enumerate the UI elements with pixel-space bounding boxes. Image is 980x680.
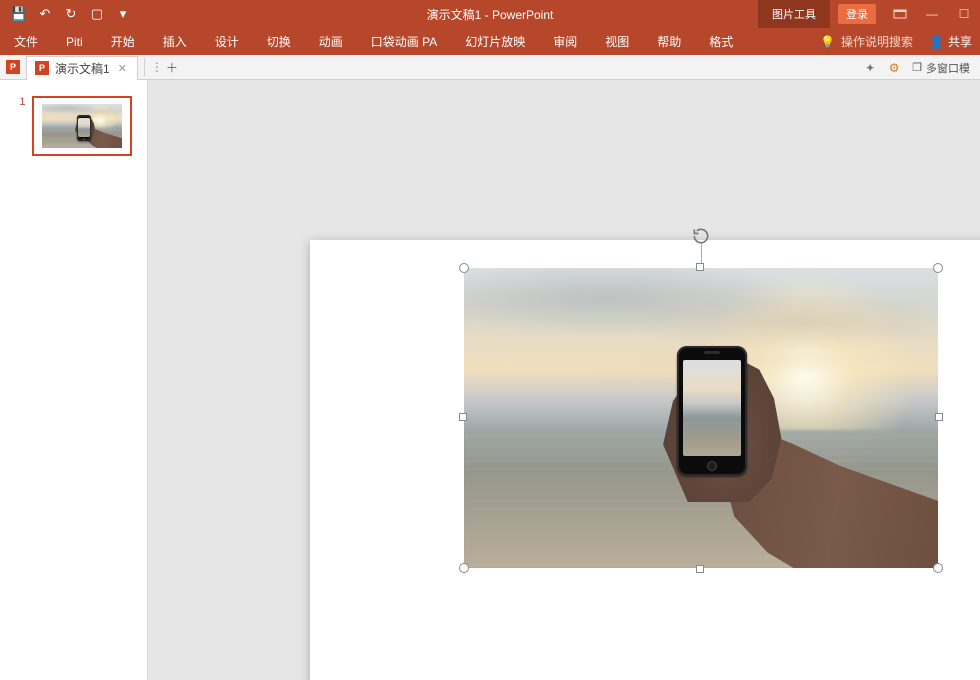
tab-view[interactable]: 视图 [591, 28, 643, 55]
tab-animations[interactable]: 动画 [305, 28, 357, 55]
save-button[interactable]: 💾 [8, 3, 30, 25]
ribbon-tabs: 文件 Piti 开始 插入 设计 切换 动画 口袋动画 PA 幻灯片放映 审阅 … [0, 28, 980, 55]
slide-thumbnail-panel: 1 [0, 80, 148, 680]
tab-help[interactable]: 帮助 [643, 28, 695, 55]
tab-file[interactable]: 文件 [0, 28, 52, 55]
powerpoint-icon: P [35, 61, 49, 75]
close-tab-button[interactable]: ✕ [116, 62, 129, 75]
tab-design[interactable]: 设计 [201, 28, 253, 55]
ribbon-display-options-button[interactable] [884, 0, 916, 28]
resize-handle-right[interactable] [935, 413, 943, 421]
undo-button[interactable]: ↶ [34, 3, 56, 25]
resize-handle-top-left[interactable] [459, 263, 469, 273]
new-tab-button[interactable]: ＋ [163, 58, 181, 76]
document-tab-bar: P P 演示文稿1 ✕ ⋮ ＋ ✦ ⚙ ❐ 多窗口模 [0, 55, 980, 80]
resize-handle-top-right[interactable] [933, 263, 943, 273]
minimize-button[interactable]: — [916, 0, 948, 28]
tab-pocket-animation[interactable]: 口袋动画 PA [357, 28, 451, 55]
tab-slideshow[interactable]: 幻灯片放映 [451, 28, 539, 55]
tab-menu-button[interactable]: ⋮ [151, 60, 163, 74]
contextual-tab-zone: 图片工具 [758, 0, 830, 28]
inserted-image[interactable] [464, 268, 938, 568]
slide-canvas-area[interactable] [148, 80, 980, 680]
resize-handle-bottom-right[interactable] [933, 563, 943, 573]
resize-handle-bottom[interactable] [696, 565, 704, 573]
maximize-button[interactable]: ☐ [948, 0, 980, 28]
share-icon: 👤 [929, 35, 944, 49]
multi-window-button[interactable]: ❐ 多窗口模 [908, 60, 974, 76]
window-icon: ❐ [912, 61, 922, 74]
slide-thumbnail-1[interactable] [32, 96, 132, 156]
tab-separator [144, 58, 145, 76]
selected-picture[interactable] [464, 268, 938, 568]
window-title: 演示文稿1 - PowerPoint [0, 6, 980, 23]
tell-me-label: 操作说明搜索 [841, 33, 913, 50]
title-bar: 💾 ↶ ↻ ▢ ▾ 演示文稿1 - PowerPoint 图片工具 登录 — ☐ [0, 0, 980, 28]
resize-handle-bottom-left[interactable] [459, 563, 469, 573]
tell-me-search[interactable]: 💡 操作说明搜索 [810, 33, 923, 50]
window-controls: — ☐ [884, 0, 980, 28]
slide-number: 1 [16, 96, 26, 108]
sign-in-button[interactable]: 登录 [838, 4, 876, 24]
sparkle-icon[interactable]: ✦ [860, 58, 880, 78]
quick-access-toolbar: 💾 ↶ ↻ ▢ ▾ [0, 3, 134, 25]
redo-button[interactable]: ↻ [60, 3, 82, 25]
tab-piti[interactable]: Piti [52, 28, 97, 55]
resize-handle-top[interactable] [696, 263, 704, 271]
tab-home[interactable]: 开始 [97, 28, 149, 55]
qat-customize-button[interactable]: ▾ [112, 3, 134, 25]
thumbnail-image [42, 104, 122, 148]
share-button[interactable]: 👤 共享 [929, 33, 972, 50]
resize-handle-left[interactable] [459, 413, 467, 421]
document-tab[interactable]: P 演示文稿1 ✕ [26, 56, 138, 80]
settings-gear-icon[interactable]: ⚙ [884, 58, 904, 78]
tab-review[interactable]: 审阅 [539, 28, 591, 55]
workspace: 1 [0, 80, 980, 680]
start-slideshow-button[interactable]: ▢ [86, 3, 108, 25]
powerpoint-icon: P [6, 60, 20, 74]
document-tab-label: 演示文稿1 [55, 60, 110, 77]
lightbulb-icon: 💡 [820, 35, 835, 49]
tab-insert[interactable]: 插入 [149, 28, 201, 55]
share-label: 共享 [948, 33, 972, 50]
tab-format[interactable]: 格式 [695, 28, 747, 55]
picture-tools-label: 图片工具 [758, 0, 830, 28]
multi-window-label: 多窗口模 [926, 60, 970, 76]
rotation-handle[interactable] [691, 226, 711, 246]
tab-transitions[interactable]: 切换 [253, 28, 305, 55]
